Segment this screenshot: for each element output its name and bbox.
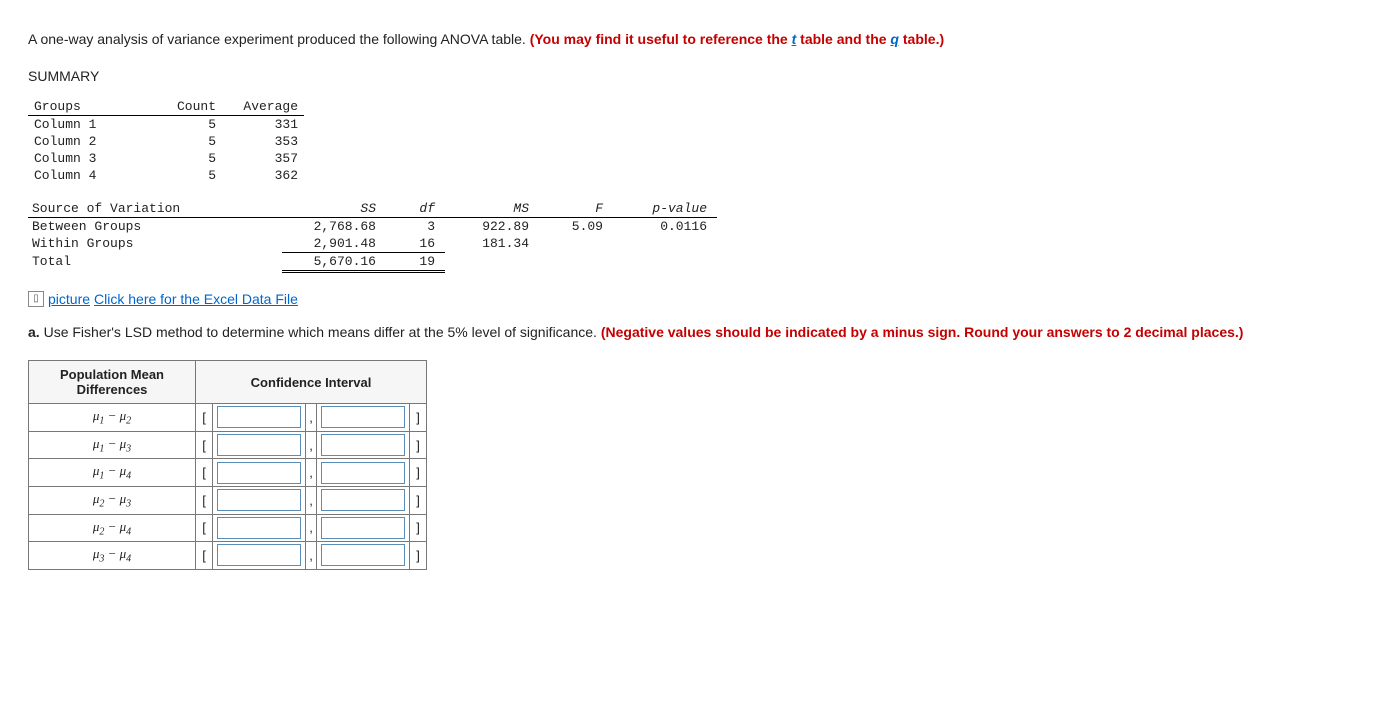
excel-file-link[interactable]: Click here for the Excel Data File: [94, 291, 298, 307]
summary-heading: SUMMARY: [28, 68, 1346, 84]
col-p: p-value: [613, 200, 717, 218]
ci-lower-input[interactable]: [217, 462, 301, 484]
ci-lower-input[interactable]: [217, 544, 301, 566]
ci-upper-input[interactable]: [321, 406, 405, 428]
excel-file-alt[interactable]: picture: [48, 291, 90, 307]
intro-red-1: (You may find it useful to reference the…: [530, 31, 944, 47]
table-row: μ1 − μ4 [ , ]: [29, 459, 427, 487]
col-count: Count: [160, 98, 222, 116]
ci-col-interval: Confidence Interval: [196, 361, 427, 404]
broken-image-icon: ▯: [28, 291, 44, 307]
table-row: Within Groups 2,901.48 16 181.34: [28, 235, 717, 253]
ci-lower-input[interactable]: [217, 406, 301, 428]
table-row: μ2 − μ4 [ , ]: [29, 514, 427, 542]
table-row: μ1 − μ3 [ , ]: [29, 431, 427, 459]
part-a-label: a.: [28, 324, 40, 340]
table-row: μ3 − μ4 [ , ]: [29, 542, 427, 570]
ci-col-diff: Population Mean Differences: [29, 361, 196, 404]
anova-table: Source of Variation SS df MS F p-value B…: [28, 200, 717, 273]
table-row: Column 35357: [28, 150, 304, 167]
ci-upper-input[interactable]: [321, 544, 405, 566]
ci-lower-input[interactable]: [217, 434, 301, 456]
summary-table: Groups Count Average Column 15331 Column…: [28, 98, 304, 184]
ci-upper-input[interactable]: [321, 434, 405, 456]
ci-upper-input[interactable]: [321, 489, 405, 511]
part-a-prompt: a. Use Fisher's LSD method to determine …: [28, 323, 1346, 343]
table-row: μ1 − μ2 [ , ]: [29, 404, 427, 432]
col-ms: MS: [445, 200, 539, 218]
table-row: Total 5,670.16 19: [28, 252, 717, 271]
intro-text: A one-way analysis of variance experimen…: [28, 31, 530, 47]
ci-lower-input[interactable]: [217, 517, 301, 539]
problem-intro: A one-way analysis of variance experimen…: [28, 30, 1346, 50]
col-groups: Groups: [28, 98, 160, 116]
confidence-interval-table: Population Mean Differences Confidence I…: [28, 360, 427, 570]
table-row: Column 15331: [28, 115, 304, 133]
table-row: Between Groups 2,768.68 3 922.89 5.09 0.…: [28, 217, 717, 235]
col-df: df: [386, 200, 445, 218]
table-row: Column 25353: [28, 133, 304, 150]
col-f: F: [539, 200, 613, 218]
ci-upper-input[interactable]: [321, 517, 405, 539]
part-a-red: (Negative values should be indicated by …: [601, 324, 1244, 340]
ci-lower-input[interactable]: [217, 489, 301, 511]
ci-upper-input[interactable]: [321, 462, 405, 484]
col-average: Average: [222, 98, 304, 116]
q-table-link[interactable]: q: [890, 31, 899, 47]
table-row: μ2 − μ3 [ , ]: [29, 486, 427, 514]
excel-file-link-row: ▯ picture Click here for the Excel Data …: [28, 291, 1346, 307]
col-source: Source of Variation: [28, 200, 282, 218]
col-ss: SS: [282, 200, 386, 218]
table-row: Column 45362: [28, 167, 304, 184]
